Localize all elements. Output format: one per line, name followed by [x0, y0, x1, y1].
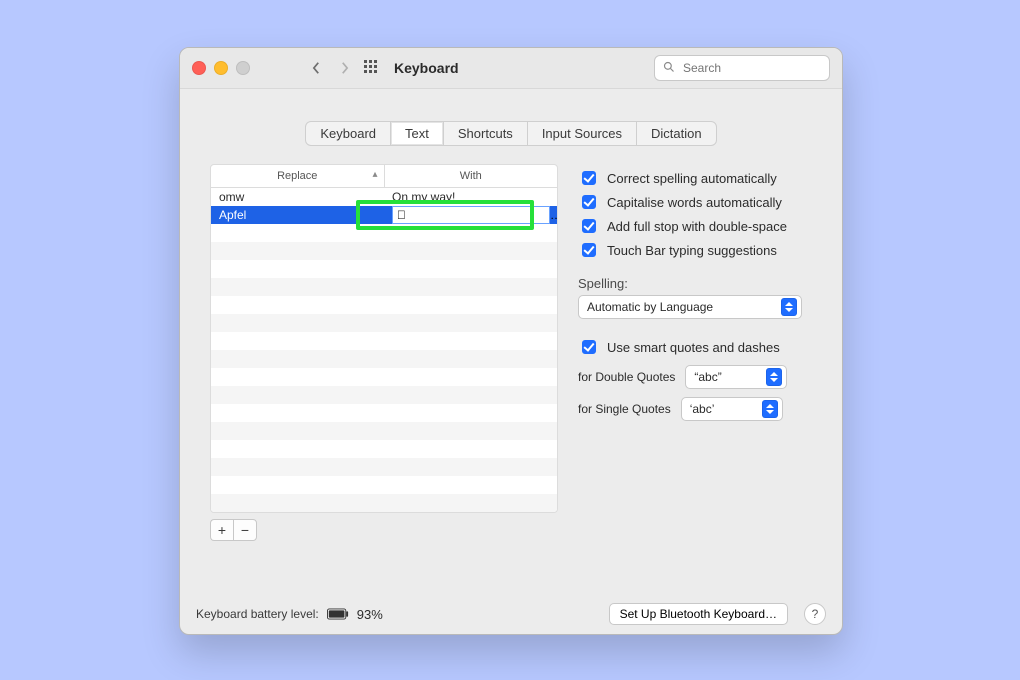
- search-icon: [663, 61, 675, 76]
- nav-back-button[interactable]: [306, 58, 326, 78]
- table-row-empty: [211, 386, 557, 404]
- table-row-empty: [211, 476, 557, 494]
- table-row-empty: [211, 296, 557, 314]
- cell-with: On my way!: [384, 190, 557, 204]
- setup-bluetooth-button[interactable]: Set Up Bluetooth Keyboard…: [609, 603, 788, 625]
- opt-label: Add full stop with double-space: [607, 219, 787, 234]
- opt-capitalise[interactable]: Capitalise words automatically: [578, 192, 812, 212]
- chk-touchbar[interactable]: [582, 243, 596, 257]
- close-window-button[interactable]: [192, 61, 206, 75]
- table-row[interactable]: omw On my way!: [211, 188, 557, 206]
- table-row-empty: [211, 314, 557, 332]
- add-replacement-button[interactable]: +: [210, 519, 233, 541]
- opt-label: Use smart quotes and dashes: [607, 340, 780, 355]
- col-with-label: With: [460, 170, 482, 182]
- cell-replace: omw: [211, 190, 384, 204]
- with-edit-field[interactable]: : [392, 206, 550, 224]
- double-quotes-value: “abc”: [694, 370, 721, 384]
- opt-fullstop[interactable]: Add full stop with double-space: [578, 216, 812, 236]
- opt-label: Touch Bar typing suggestions: [607, 243, 777, 258]
- tab-dictation[interactable]: Dictation: [637, 122, 716, 145]
- table-row-empty: [211, 350, 557, 368]
- table-header: Replace ▴ With: [211, 165, 557, 188]
- single-quotes-value: ‘abc’: [690, 402, 715, 416]
- window-controls: [192, 61, 250, 75]
- table-row-empty: [211, 422, 557, 440]
- table-row[interactable]: Apfel : [211, 206, 557, 224]
- table-row-empty: [211, 332, 557, 350]
- cell-replace: Apfel: [211, 208, 384, 222]
- table-row-empty: [211, 278, 557, 296]
- sort-indicator-icon: ▴: [372, 169, 377, 180]
- opt-correct-spelling[interactable]: Correct spelling automatically: [578, 168, 812, 188]
- double-quotes-select[interactable]: “abc”: [685, 365, 787, 389]
- chk-smart-quotes[interactable]: [582, 340, 596, 354]
- battery-icon: [327, 608, 349, 620]
- col-replace-label: Replace: [277, 170, 317, 182]
- chk-fullstop[interactable]: [582, 219, 596, 233]
- opt-label: Correct spelling automatically: [607, 171, 777, 186]
- text-replacements-table[interactable]: Replace ▴ With omw On my way! Apfel: [210, 164, 558, 513]
- help-button[interactable]: ?: [804, 603, 826, 625]
- double-quotes-label: for Double Quotes: [578, 370, 675, 384]
- opt-touchbar[interactable]: Touch Bar typing suggestions: [578, 240, 812, 260]
- single-quotes-label: for Single Quotes: [578, 402, 671, 416]
- popup-arrows-icon: [762, 400, 778, 418]
- tab-keyboard[interactable]: Keyboard: [306, 122, 391, 145]
- table-row-empty: [211, 440, 557, 458]
- single-quotes-select[interactable]: ‘abc’: [681, 397, 783, 421]
- opt-smart-quotes[interactable]: Use smart quotes and dashes: [578, 337, 812, 357]
- chk-capitalise[interactable]: [582, 195, 596, 209]
- table-row-empty: [211, 242, 557, 260]
- battery-value: 93%: [357, 607, 383, 622]
- spelling-select[interactable]: Automatic by Language: [578, 295, 802, 319]
- show-all-prefs-button[interactable]: [362, 58, 382, 78]
- table-row-empty: [211, 494, 557, 512]
- search-field[interactable]: [654, 55, 830, 81]
- search-input[interactable]: [681, 60, 805, 76]
- table-row-empty: [211, 458, 557, 476]
- tab-shortcuts[interactable]: Shortcuts: [444, 122, 528, 145]
- col-with[interactable]: With: [385, 165, 558, 187]
- preferences-window: Keyboard Keyboard Text Shortcuts Input S…: [179, 47, 843, 635]
- tab-text[interactable]: Text: [391, 122, 444, 145]
- popup-arrows-icon: [766, 368, 782, 386]
- spelling-value: Automatic by Language: [587, 300, 713, 314]
- table-row-empty: [211, 404, 557, 422]
- battery-label: Keyboard battery level:: [196, 607, 319, 621]
- table-row-empty: [211, 224, 557, 242]
- col-replace[interactable]: Replace ▴: [211, 165, 385, 187]
- titlebar: Keyboard: [180, 48, 842, 89]
- chk-correct-spelling[interactable]: [582, 171, 596, 185]
- cell-with-editing[interactable]: : [384, 206, 557, 224]
- table-body: omw On my way! Apfel : [211, 188, 557, 512]
- table-row-empty: [211, 260, 557, 278]
- minimize-window-button[interactable]: [214, 61, 228, 75]
- zoom-window-button[interactable]: [236, 61, 250, 75]
- opt-label: Capitalise words automatically: [607, 195, 782, 210]
- spelling-label: Spelling:: [578, 276, 812, 291]
- tab-input-sources[interactable]: Input Sources: [528, 122, 637, 145]
- table-row-empty: [211, 368, 557, 386]
- popup-arrows-icon: [781, 298, 797, 316]
- tab-bar: Keyboard Text Shortcuts Input Sources Di…: [180, 121, 842, 146]
- window-title: Keyboard: [394, 60, 459, 76]
- remove-replacement-button[interactable]: −: [233, 519, 257, 541]
- nav-forward-button[interactable]: [334, 58, 354, 78]
